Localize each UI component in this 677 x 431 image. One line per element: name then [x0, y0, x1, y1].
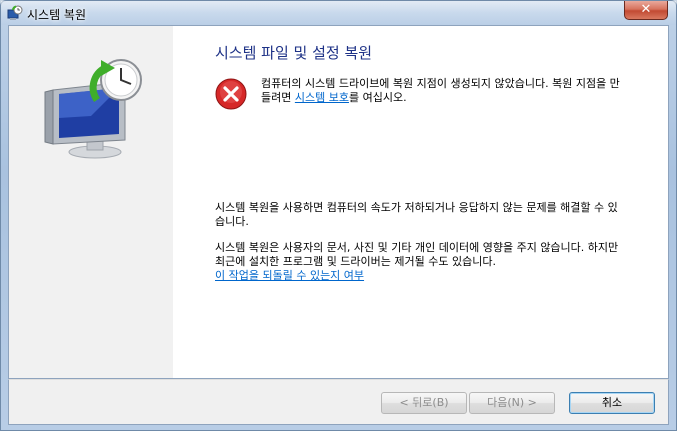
close-button[interactable]: ✕	[624, 1, 668, 20]
back-button[interactable]: < 뒤로(B)	[381, 392, 467, 414]
system-protection-link[interactable]: 시스템 보호	[295, 91, 349, 104]
description-paragraph: 시스템 복원을 사용하면 컴퓨터의 속도가 저하되거나 응답하지 않는 문제를 …	[215, 201, 618, 228]
title-bar[interactable]: 시스템 복원 ✕	[1, 1, 676, 25]
side-panel	[9, 26, 173, 378]
button-bar: < 뒤로(B) 다음(N) > 취소	[8, 379, 669, 425]
system-restore-window: 시스템 복원 ✕ 시스템 파일 및 설정 복원 컴퓨터의 시스템 드라이브에 복…	[0, 0, 677, 431]
system-restore-icon	[7, 5, 23, 20]
notice-paragraph: 시스템 복원은 사용자의 문서, 사진 및 기타 개인 데이터에 영향을 주지 …	[215, 241, 625, 283]
client-area: 시스템 파일 및 설정 복원 컴퓨터의 시스템 드라이브에 복원 지점이 생성되…	[8, 25, 669, 379]
next-button[interactable]: 다음(N) >	[469, 392, 555, 414]
undo-info-link[interactable]: 이 작업을 되돌릴 수 있는지 여부	[215, 269, 625, 283]
error-message-suffix: 를 여십시오.	[348, 91, 407, 104]
computer-clock-restore-icon	[44, 59, 142, 159]
error-icon	[215, 78, 247, 110]
cancel-button[interactable]: 취소	[569, 392, 655, 414]
notice-text: 시스템 복원은 사용자의 문서, 사진 및 기타 개인 데이터에 영향을 주지 …	[215, 241, 619, 268]
window-title: 시스템 복원	[27, 8, 87, 22]
error-message: 컴퓨터의 시스템 드라이브에 복원 지점이 생성되지 않았습니다. 복원 지점을…	[261, 77, 627, 105]
page-title: 시스템 파일 및 설정 복원	[215, 44, 373, 62]
